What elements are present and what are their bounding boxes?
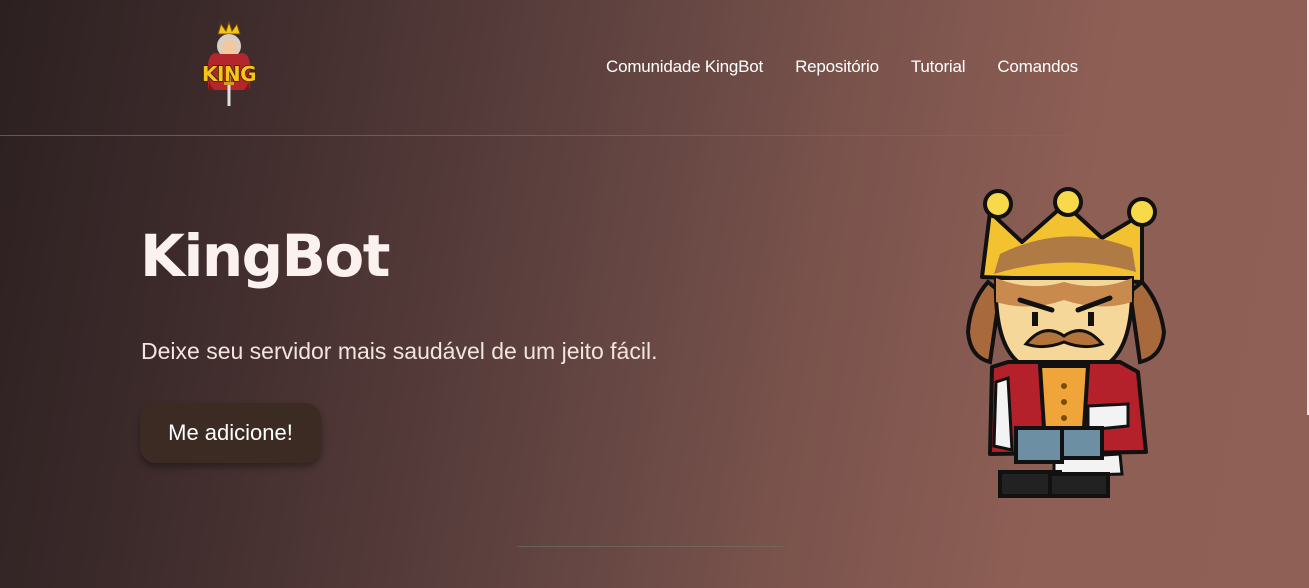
hero-title: KingBot <box>140 222 390 290</box>
svg-text:KING: KING <box>202 62 256 86</box>
hero-subtitle: Deixe seu servidor mais saudável de um j… <box>141 338 658 364</box>
nav-link-comandos[interactable]: Comandos <box>997 57 1078 77</box>
nav-link-repositorio[interactable]: Repositório <box>795 57 879 77</box>
site-header: KING Comunidade KingBot Repositório Tuto… <box>0 0 1309 136</box>
king-logo-icon[interactable]: KING <box>196 20 262 108</box>
nav-link-tutorial[interactable]: Tutorial <box>911 57 966 77</box>
section-divider <box>517 546 783 547</box>
add-bot-button[interactable]: Me adicione! <box>140 403 321 463</box>
nav-link-comunidade[interactable]: Comunidade KingBot <box>606 57 763 77</box>
main-nav: Comunidade KingBot Repositório Tutorial … <box>606 57 1078 77</box>
king-mascot-illustration <box>965 187 1167 498</box>
